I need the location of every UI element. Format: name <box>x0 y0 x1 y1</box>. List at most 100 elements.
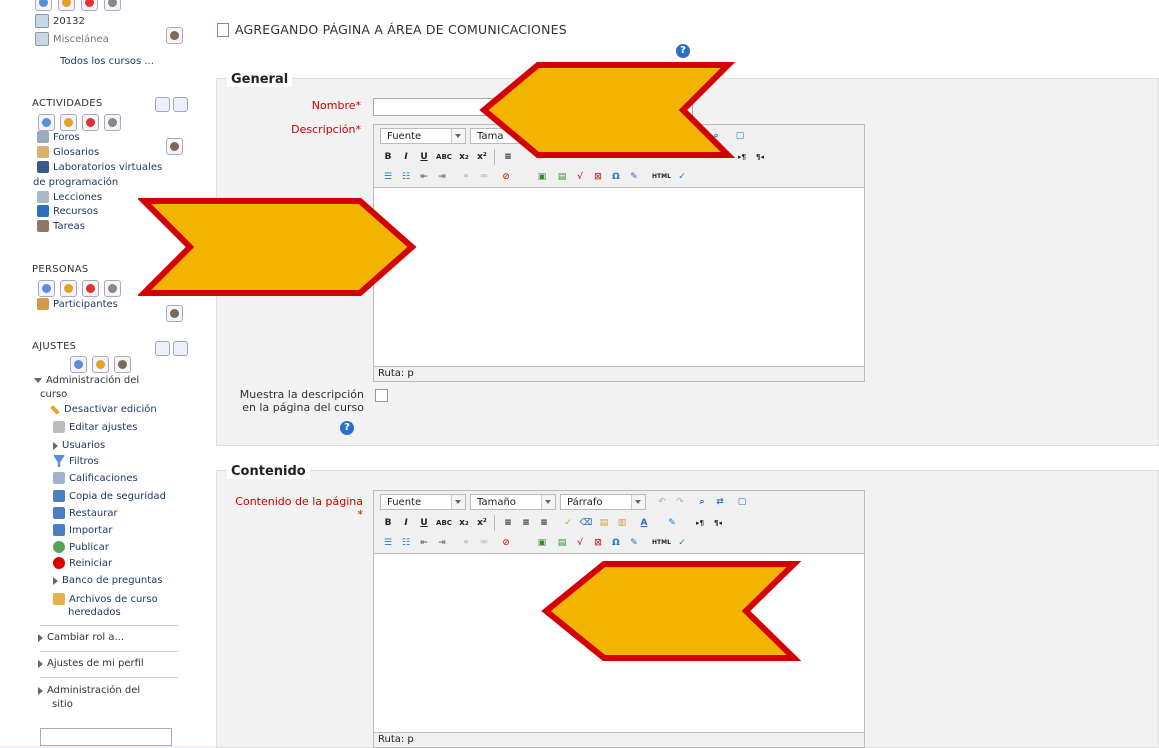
nolink-icon[interactable]: ⊘ <box>498 169 514 185</box>
tree-admin-sitio[interactable]: Administración del <box>38 685 140 696</box>
italic-button[interactable]: I <box>398 149 414 165</box>
sidebar-item-copia-seguridad[interactable]: Copia de seguridad <box>53 490 166 502</box>
edit-icon[interactable]: ✎ <box>626 535 642 551</box>
course-link-20132[interactable]: 20132 <box>35 14 85 28</box>
sidebar-item-editar-ajustes[interactable]: Editar ajustes <box>53 421 138 433</box>
nolink-icon[interactable]: ⊘ <box>498 535 514 551</box>
add-icon[interactable] <box>38 114 55 131</box>
edit-icon[interactable] <box>60 280 77 297</box>
table-icon[interactable]: ⊠ <box>590 535 606 551</box>
sidebar-item-restaurar[interactable]: Restaurar <box>53 507 118 519</box>
text-color-icon[interactable]: A <box>636 515 652 531</box>
bullet-list-icon[interactable]: ☰ <box>380 169 396 185</box>
italic-button[interactable]: I <box>398 515 414 531</box>
sidebar-item-reiniciar[interactable]: Reiniciar <box>53 557 112 569</box>
strike-button[interactable]: ABC <box>436 149 452 165</box>
spellcheck-icon[interactable]: ✓ <box>674 535 690 551</box>
bold-button[interactable]: B <box>380 515 396 531</box>
sidebar-item-participantes[interactable]: Participantes <box>37 298 118 310</box>
align-right-icon[interactable]: ≡ <box>536 515 552 531</box>
paste-text-icon[interactable]: ▤ <box>596 515 612 531</box>
media-icon[interactable]: ▤ <box>554 535 570 551</box>
sidebar-item-recursos[interactable]: Recursos <box>37 205 98 217</box>
help-icon[interactable]: ? <box>340 421 354 435</box>
view-icon[interactable] <box>104 280 121 297</box>
dock-icon[interactable] <box>155 341 170 356</box>
all-courses-link[interactable]: Todos los cursos ... <box>60 56 154 67</box>
image-icon[interactable]: ▣ <box>534 169 550 185</box>
delete-icon[interactable] <box>82 280 99 297</box>
edit-icon[interactable]: ✎ <box>626 169 642 185</box>
highlight-icon[interactable]: ✎ <box>664 515 680 531</box>
hide-block-icon[interactable] <box>173 97 188 112</box>
delete-icon[interactable] <box>82 114 99 131</box>
sidebar-item-desactivar-edicion[interactable]: Desactivar edición <box>50 404 157 415</box>
font-select[interactable]: Fuente <box>380 494 466 510</box>
add-icon[interactable] <box>35 0 52 11</box>
media-icon[interactable]: ▤ <box>554 169 570 185</box>
sidebar-item-glosarios[interactable]: Glosarios <box>37 146 99 158</box>
assign-roles-icon[interactable] <box>114 356 131 373</box>
fullscreen-icon[interactable]: ▢ <box>734 494 750 510</box>
table-icon[interactable]: ⊠ <box>590 169 606 185</box>
dock-icon[interactable] <box>155 97 170 112</box>
underline-button[interactable]: U <box>416 149 432 165</box>
redo-icon[interactable]: ↷ <box>672 494 688 510</box>
strike-button[interactable]: ABC <box>436 515 452 531</box>
format-select[interactable]: Párrafo <box>560 494 646 510</box>
sidebar-item-archivos-heredados[interactable]: Archivos de curso <box>53 593 158 605</box>
delete-icon[interactable] <box>81 0 98 11</box>
rtl-icon[interactable]: ¶◂ <box>752 149 768 165</box>
sidebar-item-calificaciones[interactable]: Calificaciones <box>53 472 138 484</box>
edit-icon[interactable] <box>60 114 77 131</box>
subscript-button[interactable]: x₂ <box>456 515 472 531</box>
outdent-icon[interactable]: ⇤ <box>416 535 432 551</box>
align-left-icon[interactable]: ≡ <box>500 515 516 531</box>
special-char-icon[interactable]: Ω <box>608 535 624 551</box>
edit-icon[interactable] <box>58 0 75 11</box>
link-icon[interactable]: ⚭ <box>458 169 474 185</box>
sidebar-item-lecciones[interactable]: Lecciones <box>37 191 102 203</box>
sidebar-item-publicar[interactable]: Publicar <box>53 541 109 553</box>
add-icon[interactable] <box>70 356 87 373</box>
help-icon[interactable]: ? <box>676 44 690 58</box>
sidebar-item-banco-preguntas[interactable]: Banco de preguntas <box>53 575 162 586</box>
tree-ajustes-perfil[interactable]: Ajustes de mi perfil <box>38 658 144 669</box>
sidebar-item-tareas[interactable]: Tareas <box>37 220 85 232</box>
muestra-checkbox[interactable] <box>375 389 388 402</box>
search-replace-icon[interactable]: ⌕ <box>694 494 710 510</box>
undo-icon[interactable]: ↶ <box>654 494 670 510</box>
link-icon[interactable]: ⚭ <box>458 535 474 551</box>
eraser-icon[interactable]: ⌫ <box>578 515 594 531</box>
equation-icon[interactable]: √ <box>572 169 588 185</box>
align-center-icon[interactable]: ≡ <box>518 515 534 531</box>
spellcheck-icon[interactable]: ✓ <box>674 169 690 185</box>
view-icon[interactable] <box>104 114 121 131</box>
number-list-icon[interactable]: ☷ <box>398 169 414 185</box>
hide-block-icon[interactable] <box>173 341 188 356</box>
ltr-icon[interactable]: ▸¶ <box>692 515 708 531</box>
subscript-button[interactable]: x₂ <box>456 149 472 165</box>
view-icon[interactable] <box>104 0 121 11</box>
outdent-icon[interactable]: ⇤ <box>416 169 432 185</box>
assign-roles-icon[interactable] <box>166 138 183 155</box>
paste-word-icon[interactable]: ▥ <box>614 515 630 531</box>
unlink-icon[interactable]: ⚮ <box>476 169 492 185</box>
number-list-icon[interactable]: ☷ <box>398 535 414 551</box>
sidebar-item-archivos-heredados-cont[interactable]: heredados <box>68 607 121 618</box>
search-input[interactable] <box>40 728 172 746</box>
indent-icon[interactable]: ⇥ <box>434 535 450 551</box>
size-select[interactable]: Tamaño <box>470 494 556 510</box>
sidebar-item-laboratorios[interactable]: Laboratorios virtuales <box>37 161 162 173</box>
tree-cambiar-rol[interactable]: Cambiar rol a... <box>38 632 124 643</box>
sidebar-item-filtros[interactable]: Filtros <box>53 455 99 467</box>
bold-button[interactable]: B <box>380 149 396 165</box>
sidebar-item-usuarios[interactable]: Usuarios <box>53 440 105 451</box>
find-icon[interactable]: ⇄ <box>712 494 728 510</box>
special-char-icon[interactable]: Ω <box>608 169 624 185</box>
indent-icon[interactable]: ⇥ <box>434 169 450 185</box>
assign-roles-icon[interactable] <box>166 305 183 322</box>
add-icon[interactable] <box>38 280 55 297</box>
tree-admin-curso[interactable]: Administración del <box>34 375 139 386</box>
rtl-icon[interactable]: ¶◂ <box>710 515 726 531</box>
